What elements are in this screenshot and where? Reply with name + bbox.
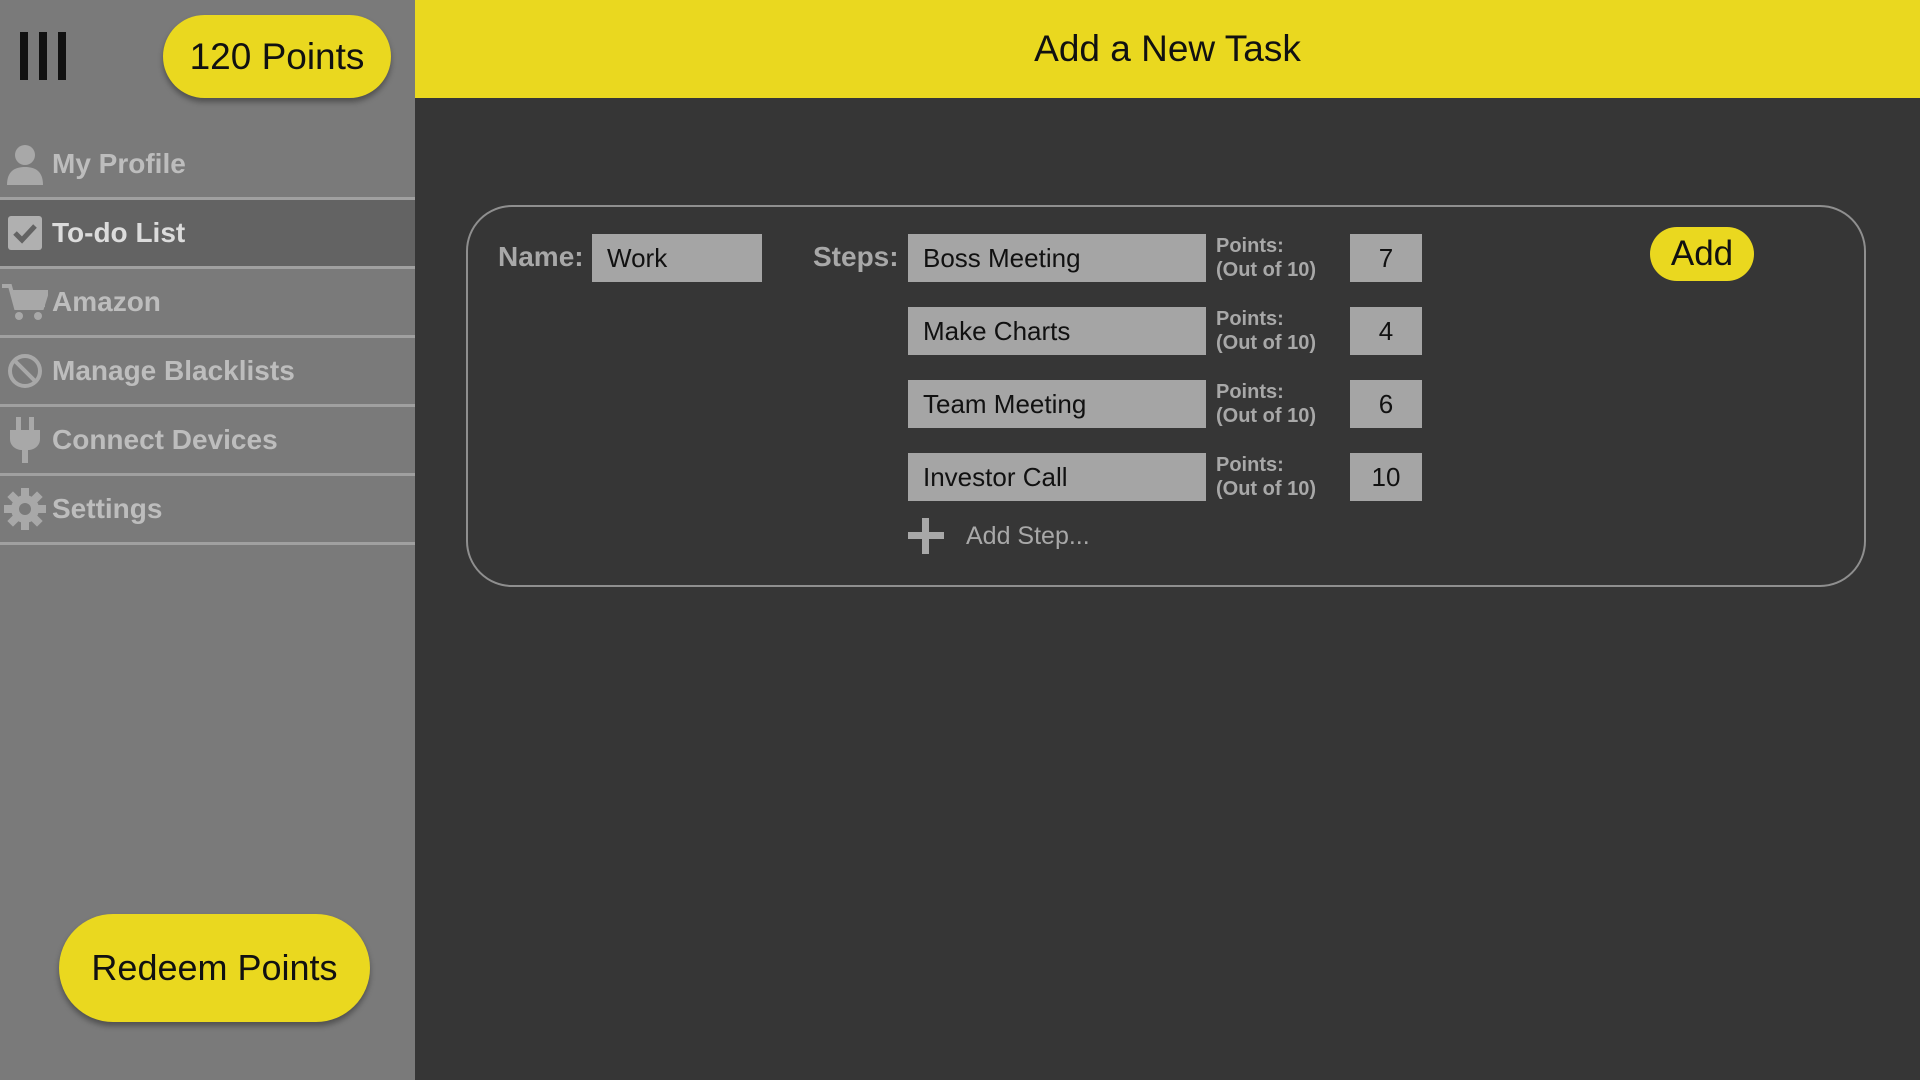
sidebar-item-label: Amazon xyxy=(52,286,161,317)
step-name-input[interactable]: Team Meeting xyxy=(908,380,1206,428)
step-points-input[interactable]: 10 xyxy=(1350,453,1422,501)
step-points-input[interactable]: 7 xyxy=(1350,234,1422,282)
step-name-input[interactable]: Boss Meeting xyxy=(908,234,1206,282)
points-label-line2: (Out of 10) xyxy=(1216,259,1316,281)
add-task-button[interactable]: Add xyxy=(1650,227,1754,281)
sidebar-item-todo-list[interactable]: To-do List xyxy=(0,200,415,269)
points-label-line1: Points: xyxy=(1216,454,1284,476)
plus-icon xyxy=(906,516,946,556)
step-name-input[interactable]: Make Charts xyxy=(908,307,1206,355)
sidebar-item-manage-blacklists[interactable]: Manage Blacklists xyxy=(0,338,415,407)
points-label-line1: Points: xyxy=(1216,308,1284,330)
checkbox-icon xyxy=(0,206,52,260)
step-points-label: Points: (Out of 10) xyxy=(1216,307,1316,355)
steps-label: Steps: xyxy=(813,241,899,272)
points-label-line2: (Out of 10) xyxy=(1216,478,1316,500)
plug-icon xyxy=(0,413,52,467)
redeem-points-button[interactable]: Redeem Points xyxy=(59,914,370,1022)
step-points-input[interactable]: 4 xyxy=(1350,307,1422,355)
gear-icon xyxy=(0,482,52,536)
add-step-button[interactable]: Add Step... xyxy=(906,516,1090,556)
header-bar: Add a New Task xyxy=(415,0,1920,98)
points-badge[interactable]: 120 Points xyxy=(163,15,391,98)
step-points-label: Points: (Out of 10) xyxy=(1216,380,1316,428)
sidebar-item-label: Manage Blacklists xyxy=(52,355,295,386)
step-points-label: Points: (Out of 10) xyxy=(1216,453,1316,501)
task-name-input[interactable]: Work xyxy=(592,234,762,282)
points-label-line1: Points: xyxy=(1216,381,1284,403)
sidebar: 120 Points My Profile To-do List Amazon … xyxy=(0,0,415,1080)
sidebar-item-my-profile[interactable]: My Profile xyxy=(0,131,415,200)
points-label-line2: (Out of 10) xyxy=(1216,332,1316,354)
sidebar-item-label: My Profile xyxy=(52,148,186,179)
points-label-line1: Points: xyxy=(1216,235,1284,257)
sidebar-item-settings[interactable]: Settings xyxy=(0,476,415,545)
page-title: Add a New Task xyxy=(1034,28,1301,69)
user-icon xyxy=(0,137,52,191)
cart-icon xyxy=(0,275,52,329)
task-form-card: Name: Work Steps: Boss Meeting Points: (… xyxy=(466,205,1866,587)
sidebar-item-connect-devices[interactable]: Connect Devices xyxy=(0,407,415,476)
hamburger-icon[interactable] xyxy=(20,32,66,80)
sidebar-item-label: Connect Devices xyxy=(52,424,278,455)
step-points-input[interactable]: 6 xyxy=(1350,380,1422,428)
sidebar-nav: My Profile To-do List Amazon Manage Blac… xyxy=(0,131,415,545)
sidebar-item-label: Settings xyxy=(52,493,163,524)
step-name-input[interactable]: Investor Call xyxy=(908,453,1206,501)
name-label: Name: xyxy=(498,241,584,272)
add-step-label: Add Step... xyxy=(966,521,1090,550)
sidebar-item-amazon[interactable]: Amazon xyxy=(0,269,415,338)
points-label-line2: (Out of 10) xyxy=(1216,405,1316,427)
step-points-label: Points: (Out of 10) xyxy=(1216,234,1316,282)
sidebar-item-label: To-do List xyxy=(52,217,186,248)
block-icon xyxy=(0,344,52,398)
